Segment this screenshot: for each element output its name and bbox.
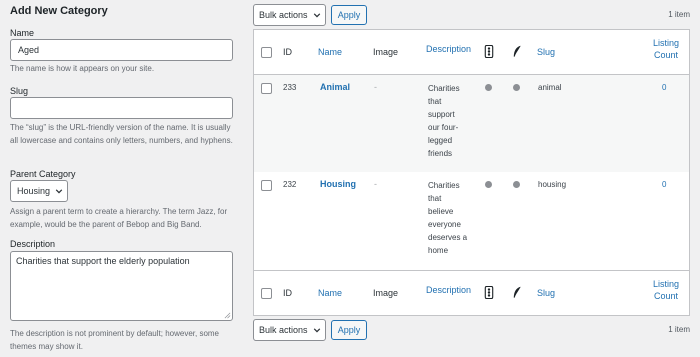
slug-field[interactable] (10, 97, 233, 119)
parent-category-label: Parent Category (10, 169, 76, 179)
table-header: ID Name Image Description Slug Listing C… (254, 30, 689, 75)
chevron-down-icon (313, 13, 320, 18)
row-name-link[interactable]: Housing (320, 179, 356, 189)
column-listing-count[interactable]: Listing Count (642, 278, 690, 302)
name-field[interactable] (10, 39, 233, 61)
row-description-line: home (428, 246, 449, 255)
table-row: 233 Animal - Charities that support our … (254, 75, 689, 172)
column-id[interactable]: ID (283, 47, 292, 57)
column-name[interactable]: Name (318, 47, 342, 57)
row-slug: animal (538, 83, 562, 92)
row-description: Charities that support our four- legged … (428, 82, 478, 160)
item-count-bottom: 1 item (668, 325, 690, 334)
row-name-link[interactable]: Animal (320, 82, 350, 92)
column-slug[interactable]: Slug (537, 288, 555, 298)
row-description-line: believe (428, 207, 454, 216)
status-dot (513, 181, 520, 188)
row-description-line: support (428, 110, 455, 119)
slug-label: Slug (10, 86, 29, 96)
select-all-checkbox[interactable] (261, 47, 272, 58)
row-description-line: Charities (428, 84, 460, 93)
description-label: Description (10, 239, 56, 249)
description-help: The description is not prominent by defa… (10, 329, 219, 351)
description-field[interactable]: Charities that support the elderly popul… (10, 251, 233, 321)
row-description: Charities that believe everyone deserves… (428, 179, 478, 257)
column-description[interactable]: Description (426, 44, 471, 54)
row-description-line: deserves a (428, 233, 468, 242)
row-checkbox[interactable] (261, 180, 272, 191)
traffic-light-icon (484, 45, 494, 58)
column-name[interactable]: Name (318, 288, 342, 298)
apply-button-top[interactable]: Apply (331, 5, 367, 25)
chevron-down-icon (55, 189, 63, 194)
item-count-top: 1 item (668, 10, 690, 19)
row-description-line: legged (428, 136, 453, 145)
status-dot (513, 84, 520, 91)
column-listing-count-line1: Listing (652, 38, 679, 48)
bulk-actions-select-bottom[interactable]: Bulk actions (253, 319, 326, 341)
table-row: 232 Housing - Charities that believe eve… (254, 172, 689, 269)
parent-category-select[interactable]: Housing (10, 180, 68, 202)
feather-icon (513, 286, 521, 298)
name-help: The name is how it appears on your site. (10, 64, 155, 73)
slug-help: The “slug” is the URL-friendly version o… (10, 123, 233, 145)
chevron-down-icon (313, 328, 320, 333)
row-id: 232 (283, 180, 297, 189)
form-title: Add New Category (10, 5, 108, 17)
traffic-light-icon (484, 286, 494, 299)
row-description-line: that (428, 97, 442, 106)
row-description-line: Charities (428, 181, 460, 190)
apply-button-bottom[interactable]: Apply (331, 320, 367, 340)
row-count-link[interactable]: 0 (662, 180, 666, 189)
row-description-line: everyone (428, 220, 461, 229)
name-label: Name (10, 28, 35, 38)
row-description-line: our four- (428, 123, 459, 132)
column-listing-count-line2: Count (653, 291, 679, 301)
bulk-actions-select-top[interactable]: Bulk actions (253, 4, 326, 26)
column-slug[interactable]: Slug (537, 47, 555, 57)
table-footer: ID Name Image Description Slug Listing C… (254, 270, 689, 315)
categories-table: ID Name Image Description Slug Listing C… (253, 29, 690, 316)
column-description[interactable]: Description (426, 285, 471, 295)
resize-handle-icon[interactable] (224, 312, 231, 319)
bulk-actions-label: Bulk actions (259, 325, 308, 335)
row-description-line: friends (428, 149, 453, 158)
column-listing-count-line2: Count (653, 50, 679, 60)
column-id[interactable]: ID (283, 288, 292, 298)
parent-category-value: Housing (17, 186, 51, 196)
row-count-link[interactable]: 0 (662, 83, 666, 92)
row-slug: housing (538, 180, 567, 189)
column-listing-count[interactable]: Listing Count (642, 37, 690, 61)
status-dot (485, 181, 492, 188)
row-description-line: that (428, 194, 442, 203)
column-listing-count-line1: Listing (652, 279, 679, 289)
row-id: 233 (283, 83, 297, 92)
feather-icon (513, 45, 521, 57)
column-image: Image (373, 288, 399, 298)
status-dot (485, 84, 492, 91)
row-image: - (374, 179, 377, 189)
parent-category-help: Assign a parent term to create a hierarc… (10, 207, 228, 229)
row-image: - (374, 82, 377, 92)
row-checkbox[interactable] (261, 83, 272, 94)
bulk-actions-label: Bulk actions (259, 10, 308, 20)
column-image: Image (373, 47, 399, 57)
select-all-checkbox[interactable] (261, 288, 272, 299)
